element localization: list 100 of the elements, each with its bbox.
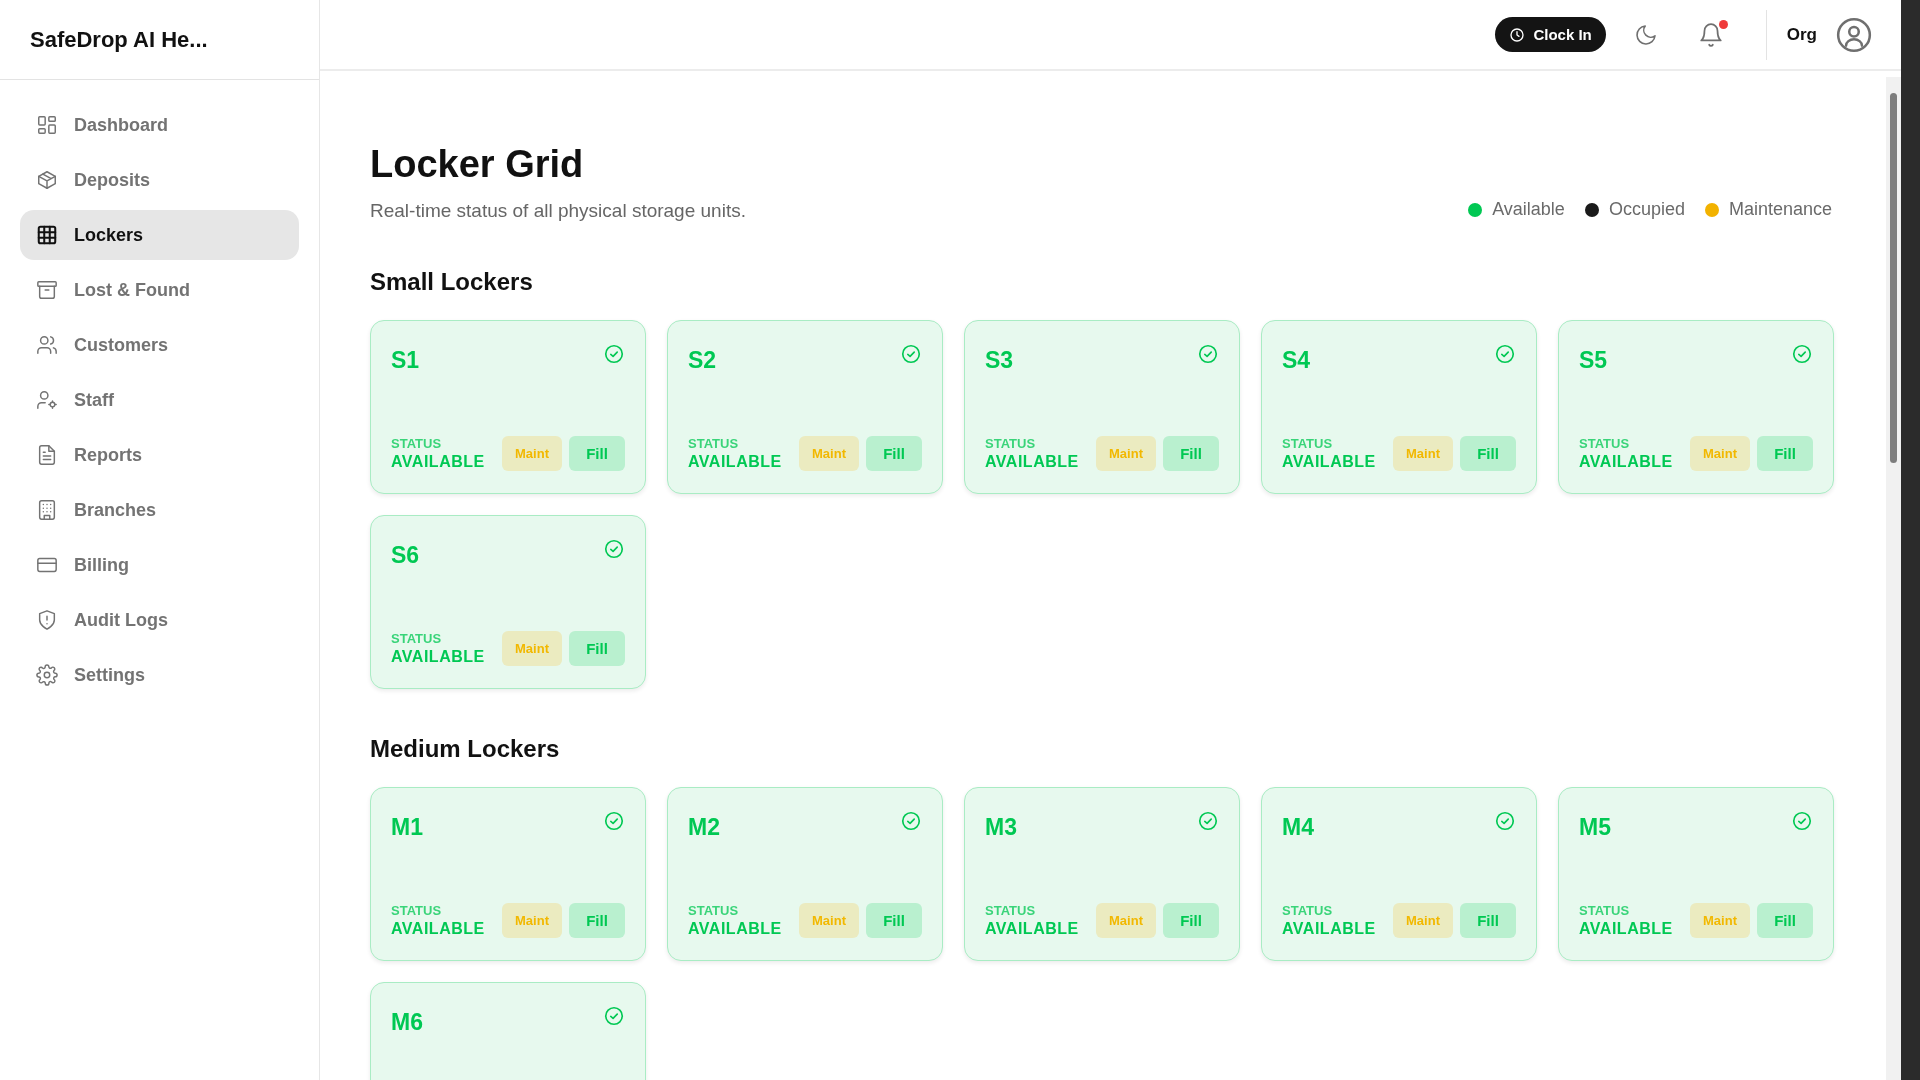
org-name: Org — [1786, 24, 1817, 45]
legend-label: Available — [1492, 199, 1565, 220]
status-value: AVAILABLE — [391, 648, 485, 666]
nav-item[interactable]: Reports — [20, 430, 299, 480]
fill-button[interactable]: Fill — [866, 436, 922, 471]
user-gear-icon — [36, 389, 58, 411]
maintenance-button[interactable]: Maint — [1096, 436, 1156, 471]
status-value: AVAILABLE — [1282, 920, 1376, 938]
locker-card[interactable]: S3 STATUS AVAILABLE Maint Fill — [964, 320, 1240, 494]
locker-label: S2 — [688, 347, 717, 374]
nav-item[interactable]: Deposits — [20, 155, 299, 205]
check-circle-icon — [1494, 343, 1516, 365]
status-value: AVAILABLE — [1282, 453, 1376, 471]
app-name: SafeDrop AI He... — [30, 26, 208, 53]
locker-card[interactable]: S2 STATUS AVAILABLE Maint Fill — [667, 320, 943, 494]
status-label: STATUS — [985, 436, 1037, 451]
locker-card[interactable]: M2 STATUS AVAILABLE Maint Fill — [667, 787, 943, 961]
maintenance-button[interactable]: Maint — [502, 903, 562, 938]
status-value: AVAILABLE — [985, 453, 1079, 471]
fill-button[interactable]: Fill — [1757, 903, 1813, 938]
fill-button[interactable]: Fill — [1163, 903, 1219, 938]
maintenance-button[interactable]: Maint — [799, 903, 859, 938]
status-label: STATUS — [391, 903, 443, 918]
check-circle-icon — [603, 1005, 625, 1027]
locker-card[interactable]: S6 STATUS AVAILABLE Maint Fill — [370, 515, 646, 689]
archive-icon — [36, 279, 58, 301]
fill-button[interactable]: Fill — [1163, 436, 1219, 471]
locker-card[interactable]: M6 — [370, 982, 646, 1080]
bell-icon — [1697, 21, 1724, 48]
locker-label: S3 — [985, 347, 1014, 374]
maintenance-button[interactable]: Maint — [1690, 436, 1750, 471]
legend-label: Maintenance — [1728, 199, 1832, 220]
check-circle-icon — [900, 343, 922, 365]
dashboard-icon — [36, 114, 58, 136]
locker-card[interactable]: S1 STATUS AVAILABLE Maint Fill — [370, 320, 646, 494]
status-value: AVAILABLE — [1579, 453, 1673, 471]
locker-label: M4 — [1282, 814, 1314, 841]
fill-button[interactable]: Fill — [569, 436, 625, 471]
settings-icon — [36, 664, 58, 686]
check-circle-icon — [1197, 810, 1219, 832]
status-label: STATUS — [985, 903, 1037, 918]
check-circle-icon — [603, 810, 625, 832]
locker-card[interactable]: M1 STATUS AVAILABLE Maint Fill — [370, 787, 646, 961]
nav-item[interactable]: Customers — [20, 320, 299, 370]
maintenance-button[interactable]: Maint — [1690, 903, 1750, 938]
locker-card[interactable]: M4 STATUS AVAILABLE Maint Fill — [1261, 787, 1537, 961]
locker-label: S4 — [1282, 347, 1311, 374]
status-label: STATUS — [1282, 436, 1334, 451]
maintenance-button[interactable]: Maint — [502, 631, 562, 666]
fill-button[interactable]: Fill — [569, 631, 625, 666]
avatar-icon[interactable] — [1835, 15, 1873, 54]
fill-button[interactable]: Fill — [569, 903, 625, 938]
users-icon — [36, 334, 58, 356]
building-icon — [36, 499, 58, 521]
window-scrollbar[interactable] — [1901, 0, 1920, 1080]
locker-card[interactable]: S4 STATUS AVAILABLE Maint Fill — [1261, 320, 1537, 494]
nav-item[interactable]: Billing — [20, 540, 299, 590]
scrollbar[interactable] — [1886, 77, 1901, 1080]
locker-label: M6 — [391, 1009, 423, 1036]
section-heading: Small Lockers — [370, 268, 534, 296]
check-circle-icon — [1791, 810, 1813, 832]
page-subtitle: Real-time status of all physical storage units. — [370, 200, 746, 222]
status-value: AVAILABLE — [391, 920, 485, 938]
nav-item[interactable]: Lost & Found — [20, 265, 299, 315]
document-icon — [36, 444, 58, 466]
locker-card[interactable]: S5 STATUS AVAILABLE Maint Fill — [1558, 320, 1834, 494]
shield-icon — [36, 609, 58, 631]
maintenance-button[interactable]: Maint — [1096, 903, 1156, 938]
nav-item[interactable]: Staff — [20, 375, 299, 425]
nav-item[interactable]: Dashboard — [20, 100, 299, 150]
maintenance-button[interactable]: Maint — [502, 436, 562, 471]
page-title: Locker Grid — [370, 143, 585, 186]
locker-label: S6 — [391, 542, 420, 569]
locker-label: M5 — [1579, 814, 1611, 841]
check-circle-icon — [900, 810, 922, 832]
maintenance-button[interactable]: Maint — [1393, 903, 1453, 938]
nav-item[interactable]: Branches — [20, 485, 299, 535]
fill-button[interactable]: Fill — [1460, 436, 1516, 471]
nav-item[interactable]: Audit Logs — [20, 595, 299, 645]
dark-mode-icon[interactable] — [1633, 22, 1658, 47]
fill-button[interactable]: Fill — [866, 903, 922, 938]
nav-item[interactable]: Settings — [20, 650, 299, 700]
nav-item[interactable]: Lockers — [20, 210, 299, 260]
maintenance-button[interactable]: Maint — [1393, 436, 1453, 471]
locker-label: S5 — [1579, 347, 1608, 374]
locker-card[interactable]: M3 STATUS AVAILABLE Maint Fill — [964, 787, 1240, 961]
locker-label: M3 — [985, 814, 1017, 841]
fill-button[interactable]: Fill — [1757, 436, 1813, 471]
status-label: STATUS — [688, 436, 740, 451]
locker-label: M2 — [688, 814, 720, 841]
fill-button[interactable]: Fill — [1460, 903, 1516, 938]
check-circle-icon — [603, 538, 625, 560]
locker-card[interactable]: M5 STATUS AVAILABLE Maint Fill — [1558, 787, 1834, 961]
status-label: STATUS — [391, 436, 443, 451]
section-heading: Medium Lockers — [370, 735, 561, 763]
status-label: STATUS — [1579, 903, 1631, 918]
clock-in-button[interactable]: Clock In — [1495, 17, 1606, 52]
maintenance-button[interactable]: Maint — [799, 436, 859, 471]
status-value: AVAILABLE — [985, 920, 1079, 938]
check-circle-icon — [603, 343, 625, 365]
